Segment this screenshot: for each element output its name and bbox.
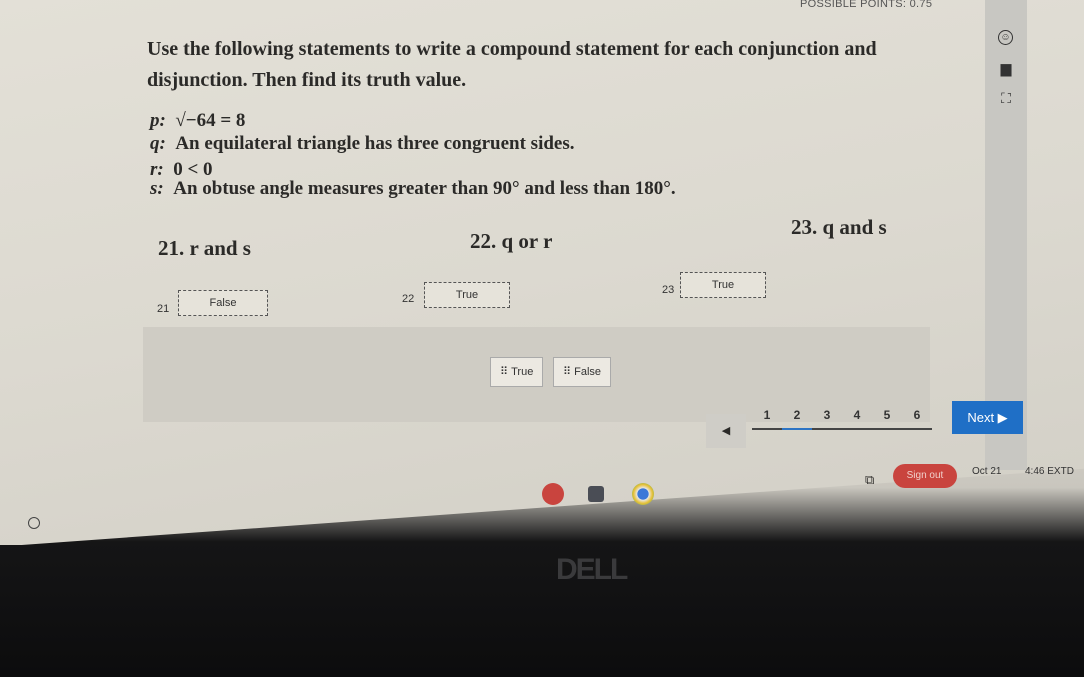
date[interactable]: Oct 21 xyxy=(972,466,1001,477)
drag-handle-icon: ⠿ xyxy=(500,366,512,378)
part-21-label: 21. r and s xyxy=(158,236,251,260)
answer-22-drop-zone[interactable]: True xyxy=(424,282,510,308)
drag-handle-icon: ⠿ xyxy=(563,366,575,378)
page-5[interactable]: 5 xyxy=(872,408,902,430)
instructions: Use the following statements to write a … xyxy=(147,38,877,91)
files-icon[interactable] xyxy=(588,486,604,502)
sign-out-button[interactable]: Sign out xyxy=(893,464,957,488)
next-button[interactable]: Next ▶ xyxy=(952,401,1023,434)
screen-capture-icon[interactable]: ⧉ xyxy=(865,472,874,488)
possible-points: POSSIBLE POINTS: 0.75 xyxy=(800,0,933,10)
answer-chip-true[interactable]: ⠿ True xyxy=(490,357,544,387)
fullscreen-icon[interactable]: ⛶ xyxy=(998,90,1014,106)
answer-23-number: 23 xyxy=(662,284,675,296)
launcher-icon[interactable] xyxy=(28,517,40,529)
app-icon[interactable] xyxy=(542,483,564,505)
page-3[interactable]: 3 xyxy=(812,408,842,430)
time[interactable]: 4:46 EXTD xyxy=(1025,466,1074,477)
part-23-label: 23. q and s xyxy=(791,215,887,239)
answer-21-number: 21 xyxy=(157,303,170,315)
calculator-icon[interactable]: ▆ xyxy=(998,60,1014,76)
page-6[interactable]: 6 xyxy=(902,408,932,430)
answer-22-number: 22 xyxy=(402,293,415,305)
previous-page-button[interactable]: ◀ xyxy=(706,414,746,448)
statement-p: p: √−64 = 8 xyxy=(150,110,246,131)
statement-q: q: An equilateral triangle has three con… xyxy=(150,133,575,154)
chrome-icon[interactable] xyxy=(632,483,654,505)
answer-21-drop-zone[interactable]: False xyxy=(178,290,268,316)
answer-chip-false[interactable]: ⠿ False xyxy=(553,357,612,387)
page-2-current[interactable]: 2 xyxy=(782,408,812,430)
statement-s: s: An obtuse angle measures greater than… xyxy=(150,178,676,199)
answer-23-drop-zone[interactable]: True xyxy=(680,272,766,298)
dell-logo: DELL xyxy=(556,553,628,586)
part-22-label: 22. q or r xyxy=(470,229,553,253)
pagination: 1 2 3 4 5 6 xyxy=(752,408,932,430)
page-4[interactable]: 4 xyxy=(842,408,872,430)
accessibility-icon[interactable]: ☺ xyxy=(998,30,1013,45)
page-1[interactable]: 1 xyxy=(752,408,782,430)
